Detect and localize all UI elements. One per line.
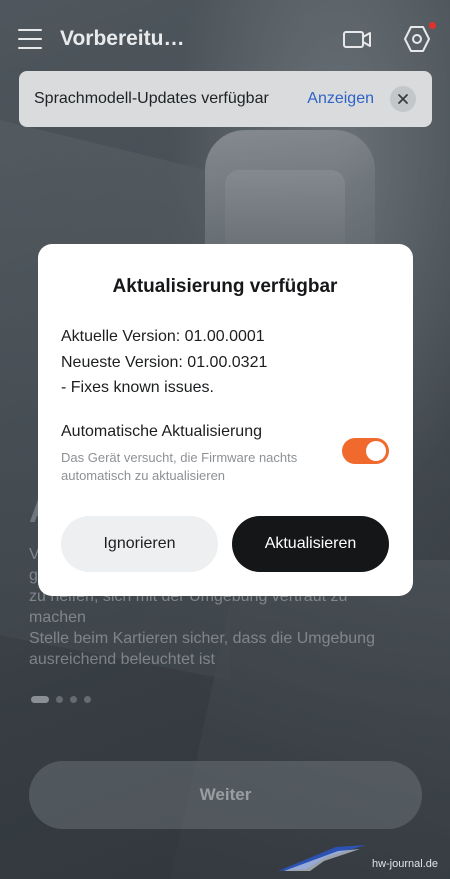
latest-version: Neueste Version: 01.00.0321 — [61, 353, 268, 371]
auto-update-row: Automatische Aktualisierung Das Gerät ve… — [61, 423, 389, 486]
page-title: Vorbereitu… — [60, 27, 185, 50]
notification-text: Sprachmodell-Updates verfügbar — [34, 90, 269, 107]
update-notification-banner: Sprachmodell-Updates verfügbar Anzeigen — [19, 71, 432, 127]
hexagon-settings-icon[interactable] — [402, 22, 436, 54]
notification-show-link[interactable]: Anzeigen — [307, 90, 374, 108]
release-notes: - Fixes known issues. — [61, 379, 214, 396]
close-icon[interactable] — [390, 86, 416, 112]
watermark-text: hw-journal.de — [371, 858, 438, 870]
top-actions — [342, 22, 436, 54]
ignore-button[interactable]: Ignorieren — [61, 516, 218, 572]
auto-update-text: Automatische Aktualisierung Das Gerät ve… — [61, 423, 301, 486]
toggle-knob — [366, 440, 386, 461]
top-bar: Vorbereitu… — [0, 0, 450, 78]
version-info: Aktuelle Version: 01.00.0001 Neueste Ver… — [61, 324, 389, 401]
watermark-logo-icon — [277, 845, 366, 871]
notification-badge — [429, 22, 436, 29]
auto-update-toggle[interactable] — [342, 437, 389, 464]
current-version: Aktuelle Version: 01.00.0001 — [61, 328, 265, 345]
dialog-actions: Ignorieren Aktualisieren — [61, 516, 389, 572]
update-dialog: Aktualisierung verfügbar Aktuelle Versio… — [38, 244, 413, 596]
hamburger-icon[interactable] — [18, 29, 42, 49]
auto-update-description: Das Gerät versucht, die Firmware nachts … — [61, 449, 298, 484]
auto-update-label: Automatische Aktualisierung — [61, 422, 262, 440]
dialog-title: Aktualisierung verfügbar — [112, 276, 338, 297]
video-camera-icon[interactable] — [342, 24, 372, 54]
watermark: hw-journal.de — [276, 843, 438, 873]
update-button[interactable]: Aktualisieren — [232, 516, 389, 572]
